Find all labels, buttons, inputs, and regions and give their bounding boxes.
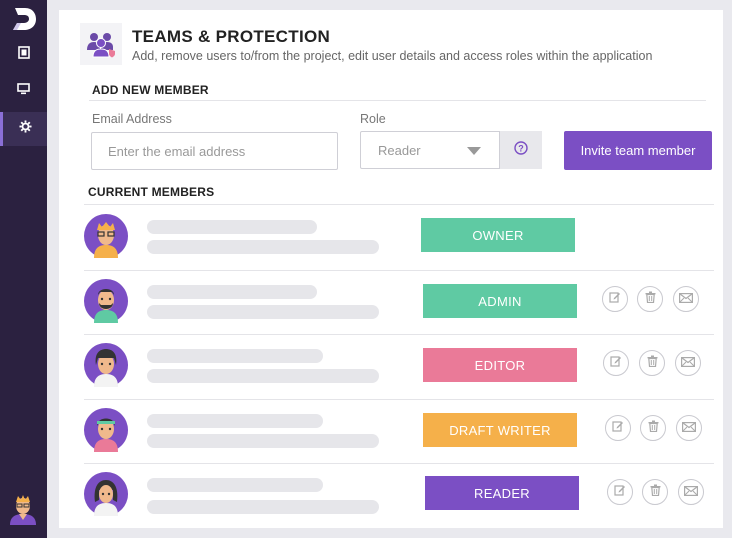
app-logo-icon[interactable] — [9, 4, 39, 34]
svg-text:?: ? — [518, 143, 524, 153]
member-name-placeholder — [147, 285, 317, 299]
role-label: Role — [360, 112, 386, 126]
delete-member-button[interactable] — [639, 350, 665, 376]
member-avatar — [84, 408, 128, 452]
role-select-value: Reader — [378, 143, 421, 158]
member-email-placeholder — [147, 500, 379, 514]
member-name-placeholder — [147, 349, 323, 363]
delete-member-button[interactable] — [637, 286, 663, 312]
role-badge-owner: OWNER — [421, 218, 575, 252]
document-icon — [17, 46, 30, 64]
page-subtitle: Add, remove users to/from the project, e… — [132, 49, 653, 63]
edit-member-button[interactable] — [605, 415, 631, 441]
member-email-placeholder — [147, 240, 379, 254]
role-select[interactable]: Reader ? — [360, 131, 542, 169]
edit-icon — [612, 419, 624, 437]
member-avatar — [84, 214, 128, 258]
chevron-down-icon — [467, 147, 481, 155]
sidebar-item-settings[interactable] — [0, 112, 47, 146]
edit-icon — [610, 354, 622, 372]
email-field[interactable] — [91, 132, 338, 170]
main-panel: TEAMS & PROTECTION Add, remove users to/… — [59, 10, 723, 528]
mail-icon — [679, 290, 694, 308]
member-avatar — [84, 472, 128, 516]
edit-member-button[interactable] — [602, 286, 628, 312]
mail-icon — [684, 483, 699, 501]
message-member-button[interactable] — [678, 479, 704, 505]
member-avatar — [84, 343, 128, 387]
trash-icon — [648, 419, 659, 437]
role-help-button[interactable]: ? — [499, 131, 542, 169]
divider — [89, 100, 706, 101]
question-icon: ? — [514, 140, 528, 160]
sidebar — [0, 0, 47, 538]
page-title: TEAMS & PROTECTION — [132, 27, 331, 46]
member-name-placeholder — [147, 414, 323, 428]
trash-icon — [645, 290, 656, 308]
role-badge-reader: READER — [425, 476, 579, 510]
sidebar-item-preview[interactable] — [0, 74, 47, 108]
message-member-button[interactable] — [676, 415, 702, 441]
delete-member-button[interactable] — [640, 415, 666, 441]
user-avatar[interactable] — [8, 493, 38, 525]
member-row: READER — [84, 464, 714, 528]
team-icon — [80, 23, 122, 65]
gear-icon — [18, 120, 32, 138]
trash-icon — [650, 483, 661, 501]
edit-member-button[interactable] — [607, 479, 633, 505]
role-badge-editor: EDITOR — [423, 348, 577, 382]
current-members-heading: CURRENT MEMBERS — [88, 185, 215, 199]
edit-icon — [609, 290, 621, 308]
member-avatar — [84, 279, 128, 323]
role-badge-draft-writer: DRAFT WRITER — [423, 413, 577, 447]
member-email-placeholder — [147, 305, 379, 319]
sidebar-item-documents[interactable] — [0, 38, 47, 72]
member-name-placeholder — [147, 220, 317, 234]
divider — [84, 204, 714, 205]
edit-icon — [614, 483, 626, 501]
monitor-icon — [17, 82, 30, 100]
mail-icon — [682, 419, 697, 437]
invite-member-button[interactable]: Invite team member — [564, 131, 712, 170]
member-row: ADMIN — [84, 271, 714, 335]
delete-member-button[interactable] — [642, 479, 668, 505]
mail-icon — [681, 354, 696, 372]
member-name-placeholder — [147, 478, 323, 492]
member-row: DRAFT WRITER — [84, 400, 714, 464]
add-member-heading: ADD NEW MEMBER — [92, 83, 209, 97]
member-row: OWNER — [84, 206, 714, 270]
member-row: EDITOR — [84, 335, 714, 399]
role-badge-admin: ADMIN — [423, 284, 577, 318]
email-label: Email Address — [92, 112, 172, 126]
edit-member-button[interactable] — [603, 350, 629, 376]
member-email-placeholder — [147, 434, 379, 448]
message-member-button[interactable] — [675, 350, 701, 376]
member-email-placeholder — [147, 369, 379, 383]
message-member-button[interactable] — [673, 286, 699, 312]
trash-icon — [647, 354, 658, 372]
